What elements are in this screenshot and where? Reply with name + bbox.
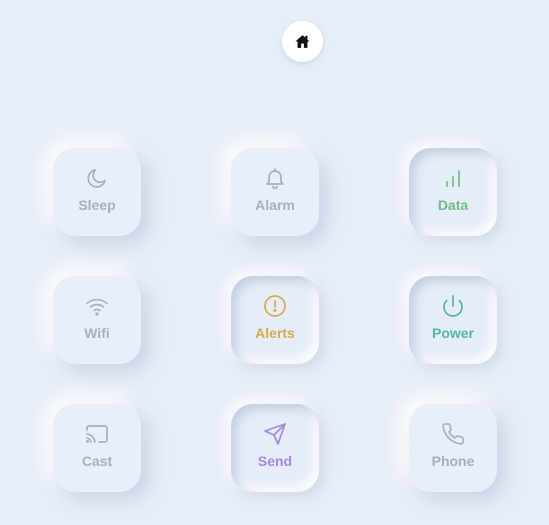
- send-toggle[interactable]: Send: [231, 404, 319, 492]
- alert-circle-icon: [263, 294, 287, 318]
- phone-label: Phone: [431, 453, 475, 469]
- wifi-toggle[interactable]: Wifi: [53, 276, 141, 364]
- send-label: Send: [257, 453, 293, 469]
- sleep-label: Sleep: [78, 197, 116, 213]
- phone-toggle[interactable]: Phone: [409, 404, 497, 492]
- cast-label: Cast: [81, 453, 113, 469]
- cast-toggle[interactable]: Cast: [53, 404, 141, 492]
- power-label: Power: [431, 325, 474, 341]
- signal-bars-icon: [441, 166, 465, 190]
- wifi-icon: [85, 294, 109, 318]
- power-icon: [441, 294, 465, 318]
- bell-icon: [263, 166, 287, 190]
- home-button[interactable]: [282, 21, 323, 62]
- alarm-toggle[interactable]: Alarm: [231, 148, 319, 236]
- cast-icon: [85, 422, 109, 446]
- data-label: Data: [437, 197, 469, 213]
- home-icon: [294, 33, 311, 50]
- alerts-label: Alerts: [255, 325, 295, 341]
- send-icon: [263, 422, 287, 446]
- data-toggle[interactable]: Data: [409, 148, 497, 236]
- alerts-toggle[interactable]: Alerts: [231, 276, 319, 364]
- power-toggle[interactable]: Power: [409, 276, 497, 364]
- alarm-label: Alarm: [255, 197, 295, 213]
- moon-icon: [85, 166, 109, 190]
- sleep-toggle[interactable]: Sleep: [53, 148, 141, 236]
- wifi-label: Wifi: [84, 325, 110, 341]
- phone-icon: [441, 422, 465, 446]
